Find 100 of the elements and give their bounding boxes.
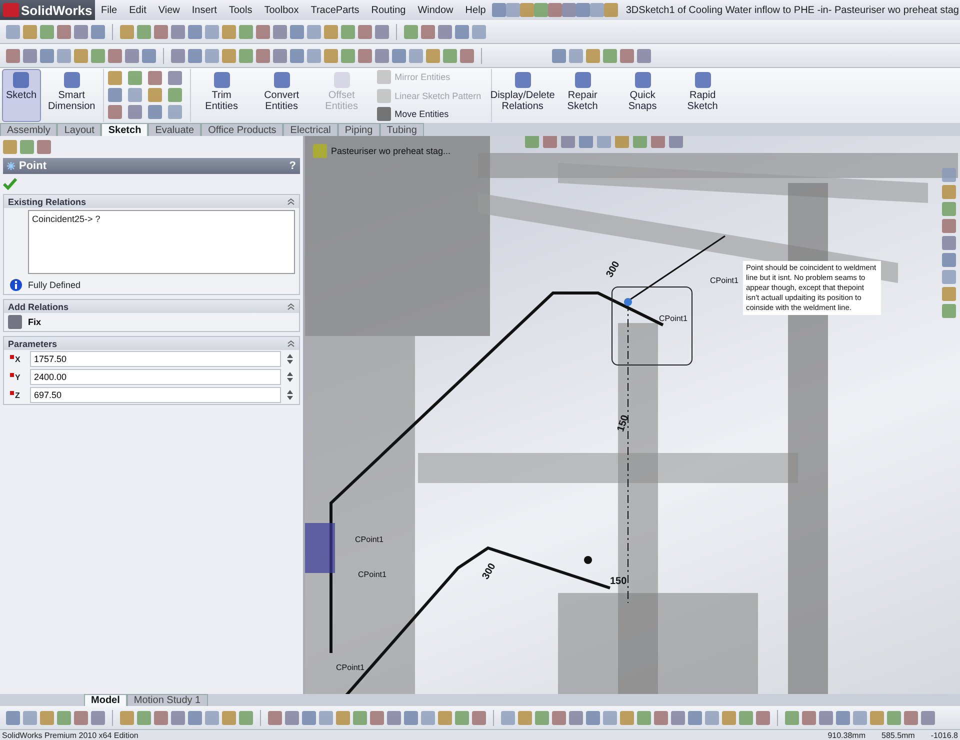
tool-icon[interactable] [307,48,321,62]
tool-icon[interactable] [222,48,236,62]
tool-icon[interactable] [637,710,651,724]
ribbon-button[interactable]: Display/Delete Relations [494,69,552,122]
ribbon-button[interactable]: Quick Snaps [614,69,672,122]
tool-icon[interactable] [942,270,956,284]
tool-icon[interactable] [128,88,142,102]
tool-icon[interactable] [205,24,219,38]
tool-icon[interactable] [154,24,168,38]
tool-icon[interactable] [904,710,918,724]
tool-icon[interactable] [168,88,182,102]
ribbon-button[interactable]: Convert Entities [252,69,311,122]
tool-icon[interactable] [239,710,253,724]
coordinate-field[interactable]: 2400.00 [30,369,281,385]
tool-icon[interactable] [671,710,685,724]
tool-icon[interactable] [148,71,162,85]
tool-icon[interactable] [137,24,151,38]
tool-icon[interactable] [290,48,304,62]
tool-icon[interactable] [40,710,54,724]
tool-icon[interactable] [40,24,54,38]
tool-icon[interactable] [586,710,600,724]
tool-icon[interactable] [603,48,617,62]
tool-icon[interactable] [40,48,54,62]
tool-icon[interactable] [942,219,956,233]
dimension-label[interactable]: 300 [604,260,622,280]
menu-item[interactable]: File [95,4,124,16]
command-tab[interactable]: Piping [338,123,380,136]
tool-icon[interactable] [239,24,253,38]
tool-icon[interactable] [552,710,566,724]
tool-icon[interactable] [108,48,122,62]
collapse-icon[interactable] [287,198,295,205]
tool-icon[interactable] [222,710,236,724]
command-tab[interactable]: Electrical [283,123,338,136]
tool-icon[interactable] [942,287,956,301]
tool-icon[interactable] [688,710,702,724]
command-tab[interactable]: Layout [57,123,102,136]
tool-icon[interactable] [438,710,452,724]
tool-icon[interactable] [637,48,651,62]
tool-icon[interactable] [604,3,618,17]
tool-icon[interactable] [74,48,88,62]
tool-icon[interactable] [722,710,736,724]
tool-icon[interactable] [370,710,384,724]
spin-icon[interactable] [287,353,293,365]
tool-icon[interactable] [552,48,566,62]
tool-icon[interactable] [620,710,634,724]
tool-icon[interactable] [341,24,355,38]
tool-icon[interactable] [785,710,799,724]
tool-icon[interactable] [375,48,389,62]
tool-icon[interactable] [205,48,219,62]
tool-icon[interactable] [455,710,469,724]
tool-icon[interactable] [20,140,34,154]
tool-icon[interactable] [506,3,520,17]
tool-icon[interactable] [256,24,270,38]
command-tab[interactable]: Evaluate [148,123,202,136]
tool-icon[interactable] [460,48,474,62]
tool-icon[interactable] [569,48,583,62]
menu-item[interactable]: TraceParts [304,4,366,16]
coordinate-field[interactable]: 1757.50 [30,351,281,367]
help-button[interactable]: ? [289,160,296,172]
tool-icon[interactable] [273,24,287,38]
tool-icon[interactable] [387,710,401,724]
tool-icon[interactable] [520,3,534,17]
tool-icon[interactable] [942,236,956,250]
tool-icon[interactable] [108,88,122,102]
tool-icon[interactable] [285,710,299,724]
ribbon-button[interactable]: Rapid Sketch [674,69,732,122]
ribbon-button[interactable]: Trim Entities [192,69,251,122]
tool-icon[interactable] [392,48,406,62]
tool-icon[interactable] [358,48,372,62]
check-icon[interactable] [3,178,17,190]
tool-icon[interactable] [168,105,182,119]
tool-icon[interactable] [443,48,457,62]
tool-icon[interactable] [518,710,532,724]
tool-icon[interactable] [6,710,20,724]
menu-item[interactable]: Tools [222,4,258,16]
tool-icon[interactable] [37,140,51,154]
tool-icon[interactable] [23,710,37,724]
relations-list[interactable]: Coincident25-> ? [28,210,295,274]
tool-icon[interactable] [268,710,282,724]
collapse-icon[interactable] [287,303,295,310]
bottom-tab[interactable]: Motion Study 1 [126,694,208,706]
tool-icon[interactable] [353,710,367,724]
command-tab[interactable]: Tubing [380,123,424,136]
tool-icon[interactable] [590,3,604,17]
tool-icon[interactable] [273,48,287,62]
tool-icon[interactable] [3,140,17,154]
dimension-label[interactable]: 300 [480,562,498,582]
tool-icon[interactable] [870,710,884,724]
tool-icon[interactable] [205,710,219,724]
tool-icon[interactable] [576,3,590,17]
tool-icon[interactable] [57,48,71,62]
tool-icon[interactable] [148,88,162,102]
tool-icon[interactable] [404,710,418,724]
tool-icon[interactable] [319,710,333,724]
ribbon-button[interactable]: Repair Sketch [554,69,612,122]
tool-icon[interactable] [853,710,867,724]
tool-icon[interactable] [324,24,338,38]
tool-icon[interactable] [120,710,134,724]
tool-icon[interactable] [324,48,338,62]
tool-icon[interactable] [290,24,304,38]
